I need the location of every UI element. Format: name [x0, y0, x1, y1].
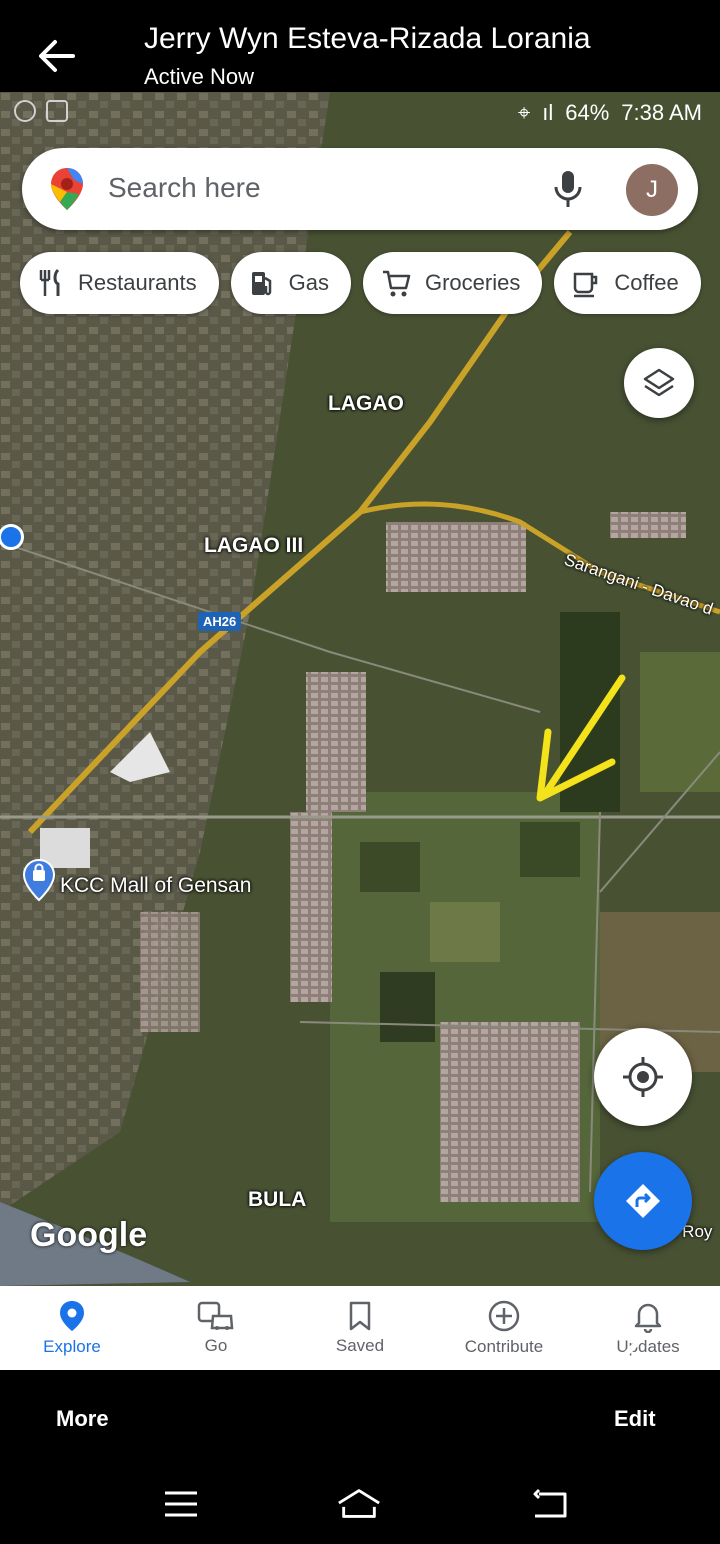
google-watermark: Google — [30, 1216, 148, 1254]
battery-level: 64% — [565, 100, 610, 125]
nav-label: Contribute — [464, 1337, 544, 1356]
pencil-icon — [618, 1338, 642, 1362]
gas-pump-icon — [251, 272, 271, 296]
coffee-cup-icon — [574, 272, 598, 298]
viewer-actions: More Edit — [0, 1338, 720, 1470]
nav-go[interactable]: Go — [144, 1286, 288, 1370]
crosshair-icon — [623, 1057, 663, 1097]
layers-icon — [643, 368, 675, 397]
chip-restaurants[interactable]: Restaurants — [20, 252, 219, 314]
location-pin-icon — [60, 1301, 84, 1331]
back-system-button[interactable] — [526, 1484, 572, 1524]
messenger-notification-icon — [14, 100, 36, 122]
recents-button[interactable] — [158, 1484, 204, 1524]
nav-explore[interactable]: Explore — [0, 1286, 144, 1370]
nav-label: Go — [204, 1336, 228, 1355]
phone-status-bar: ⌖ ıl 64% 7:38 AM — [0, 92, 720, 132]
status-left-icons — [14, 100, 68, 122]
signal-icon: ıl — [542, 100, 554, 125]
google-maps-logo-icon — [51, 168, 83, 210]
nav-contribute[interactable]: Contribute — [432, 1286, 576, 1370]
nav-saved[interactable]: Saved — [288, 1286, 432, 1370]
my-location-button[interactable] — [594, 1028, 692, 1126]
active-status: Active Now — [144, 64, 255, 89]
chip-groceries[interactable]: Groceries — [362, 252, 543, 314]
return-icon — [533, 1488, 567, 1518]
status-right-icons: ⌖ ıl 64% 7:38 AM — [518, 100, 702, 126]
chat-header: Jerry Wyn Esteva-Rizada Lorania Active N… — [0, 0, 720, 92]
home-button[interactable] — [336, 1484, 382, 1524]
commute-icon — [197, 1301, 234, 1330]
edit-button[interactable]: Edit — [614, 1406, 656, 1432]
home-icon — [338, 1489, 380, 1518]
arrow-left-icon — [39, 40, 75, 72]
map-label-bula: BULA — [248, 1188, 307, 1211]
screenshot-notification-icon — [46, 100, 68, 122]
layers-button[interactable] — [624, 348, 694, 418]
bell-icon — [634, 1303, 662, 1333]
map-label-lagao: LAGAO — [328, 392, 404, 415]
directions-button[interactable] — [594, 1152, 692, 1250]
shopping-pin-icon[interactable] — [22, 858, 56, 902]
chip-label: Restaurants — [78, 270, 197, 295]
chip-coffee[interactable]: Coffee — [554, 252, 701, 314]
fork-knife-icon — [39, 268, 60, 296]
system-nav-bar — [0, 1470, 720, 1544]
poi-label-kcc-mall[interactable]: KCC Mall of Gensan — [60, 874, 251, 898]
directions-icon — [626, 1184, 660, 1218]
route-shield-ah26: AH26 — [198, 612, 242, 631]
add-circle-icon — [488, 1300, 520, 1332]
nav-label: Explore — [43, 1337, 101, 1356]
status-time: 7:38 AM — [621, 100, 702, 125]
shared-screenshot[interactable]: LAGAO LAGAO III AH26 Sarangani - Davao d… — [0, 92, 720, 1370]
nav-label: Saved — [335, 1336, 385, 1355]
chip-gas[interactable]: Gas — [230, 252, 351, 314]
bookmark-icon — [349, 1301, 371, 1331]
search-input[interactable]: Search here — [108, 172, 261, 204]
category-chips: Restaurants Gas Groceries Coffee — [20, 252, 701, 314]
recents-icon — [165, 1491, 197, 1517]
more-button[interactable]: More — [56, 1406, 109, 1432]
chip-label: Groceries — [424, 270, 521, 295]
back-button[interactable] — [30, 30, 82, 82]
account-avatar[interactable]: J — [626, 164, 678, 216]
map-label-lagao-iii: LAGAO III — [204, 534, 304, 557]
location-status-icon: ⌖ — [517, 100, 531, 125]
chip-label: Gas — [288, 270, 329, 295]
microphone-icon[interactable] — [550, 168, 586, 210]
cart-icon — [382, 270, 411, 297]
chip-label: Coffee — [614, 270, 679, 295]
contact-name[interactable]: Jerry Wyn Esteva-Rizada Lorania — [144, 22, 591, 56]
screen: Jerry Wyn Esteva-Rizada Lorania Active N… — [0, 0, 720, 1544]
maps-bottom-nav: Explore Go Saved Contribute Updates — [0, 1286, 720, 1370]
nav-updates[interactable]: Updates — [576, 1286, 720, 1370]
search-bar[interactable]: Search here J — [22, 148, 698, 230]
